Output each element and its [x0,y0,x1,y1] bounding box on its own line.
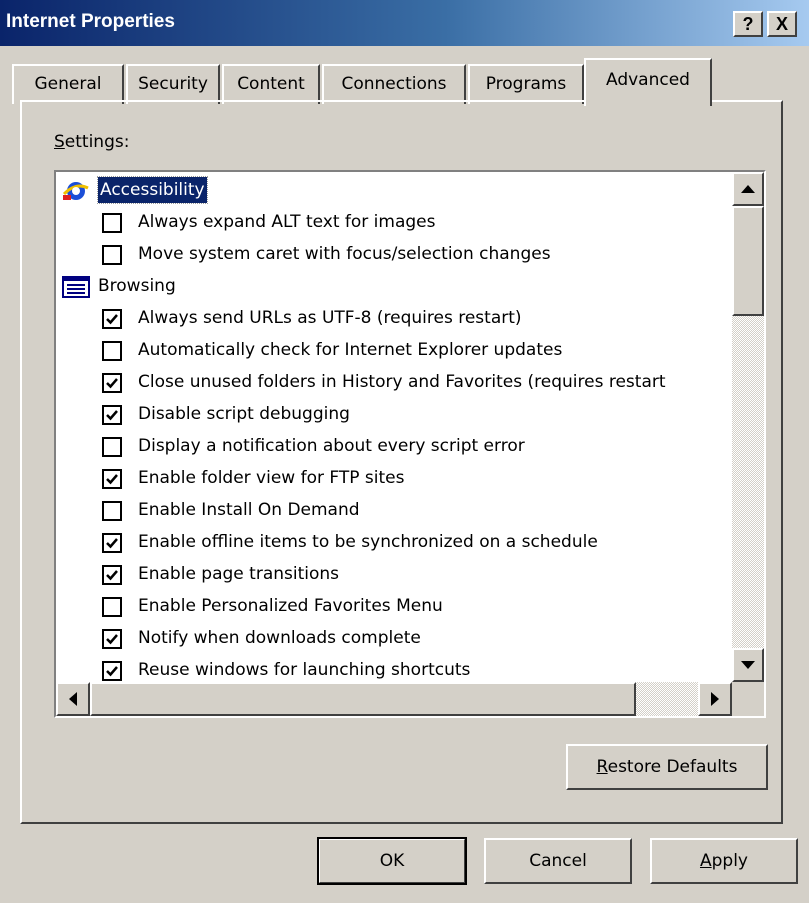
scroll-right-button[interactable] [698,682,732,716]
arrow-left-icon [69,692,77,706]
item-label: Enable Install On Demand [138,500,360,520]
checkbox[interactable] [102,405,122,425]
cancel-button[interactable]: Cancel [484,838,632,884]
checkbox[interactable] [102,373,122,393]
accessibility-icon [62,182,89,200]
checkmark-icon [106,666,118,677]
item-label: Display a notification about every scrip… [138,436,525,456]
item-label: Disable script debugging [138,404,350,424]
item-label: Notify when downloads complete [138,628,421,648]
vertical-scrollbar[interactable] [732,172,764,682]
checkbox[interactable] [102,213,122,233]
checkbox[interactable] [102,597,122,617]
tab-programs[interactable]: Programs [468,64,584,104]
vertical-scroll-thumb[interactable] [732,206,764,316]
arrow-right-icon [711,692,719,706]
checkbox[interactable] [102,437,122,457]
checkmark-icon [106,410,118,421]
item-label: Move system caret with focus/selection c… [138,244,551,264]
arrow-down-icon [741,661,755,669]
checkbox[interactable] [102,245,122,265]
group-label: Browsing [98,276,176,296]
item-label: Enable folder view for FTP sites [138,468,405,488]
restore-defaults-button[interactable]: Restore Defaults [566,744,768,790]
checkmark-icon [106,634,118,645]
item-label: Always send URLs as UTF-8 (requires rest… [138,308,522,328]
close-button[interactable]: X [767,11,797,37]
tab-advanced[interactable]: Advanced [584,58,712,106]
arrow-up-icon [741,185,755,193]
item-label: Enable Personalized Favorites Menu [138,596,443,616]
checkmark-icon [106,538,118,549]
checkmark-icon [106,474,118,485]
checkbox[interactable] [102,565,122,585]
item-label: Automatically check for Internet Explore… [138,340,563,360]
tab-content[interactable]: Content [222,64,320,104]
scroll-left-button[interactable] [56,682,90,716]
checkbox[interactable] [102,309,122,329]
scroll-down-button[interactable] [732,648,764,682]
checkbox[interactable] [102,501,122,521]
title-bar[interactable]: Internet Properties ? X [0,0,809,46]
item-label: Close unused folders in History and Favo… [138,372,666,392]
checkbox[interactable] [102,629,122,649]
checkmark-icon [106,570,118,581]
horizontal-scroll-thumb[interactable] [90,682,636,716]
window-title: Internet Properties [6,11,175,32]
checkbox[interactable] [102,661,122,681]
checkbox[interactable] [102,469,122,489]
group-label: Accessibility [97,176,208,204]
item-label: Always expand ALT text for images [138,212,436,232]
item-label: Reuse windows for launching shortcuts [138,660,471,680]
tab-connections[interactable]: Connections [322,64,466,104]
scroll-up-button[interactable] [732,172,764,206]
apply-button[interactable]: Apply [650,838,798,884]
scrollbar-corner [732,682,764,716]
tab-security[interactable]: Security [126,64,220,104]
checkbox[interactable] [102,533,122,553]
settings-label: Settings: [54,132,130,152]
ok-button[interactable]: OK [317,837,467,885]
help-button[interactable]: ? [733,11,763,37]
checkmark-icon [106,314,118,325]
item-label: Enable offline items to be synchronized … [138,532,598,552]
item-label: Enable page transitions [138,564,340,584]
tab-general[interactable]: General [12,64,124,104]
horizontal-scrollbar[interactable] [56,682,732,716]
checkmark-icon [106,378,118,389]
settings-list[interactable]: Accessibility Always expand ALT text for… [54,170,766,718]
browsing-icon [62,276,90,298]
checkbox[interactable] [102,341,122,361]
